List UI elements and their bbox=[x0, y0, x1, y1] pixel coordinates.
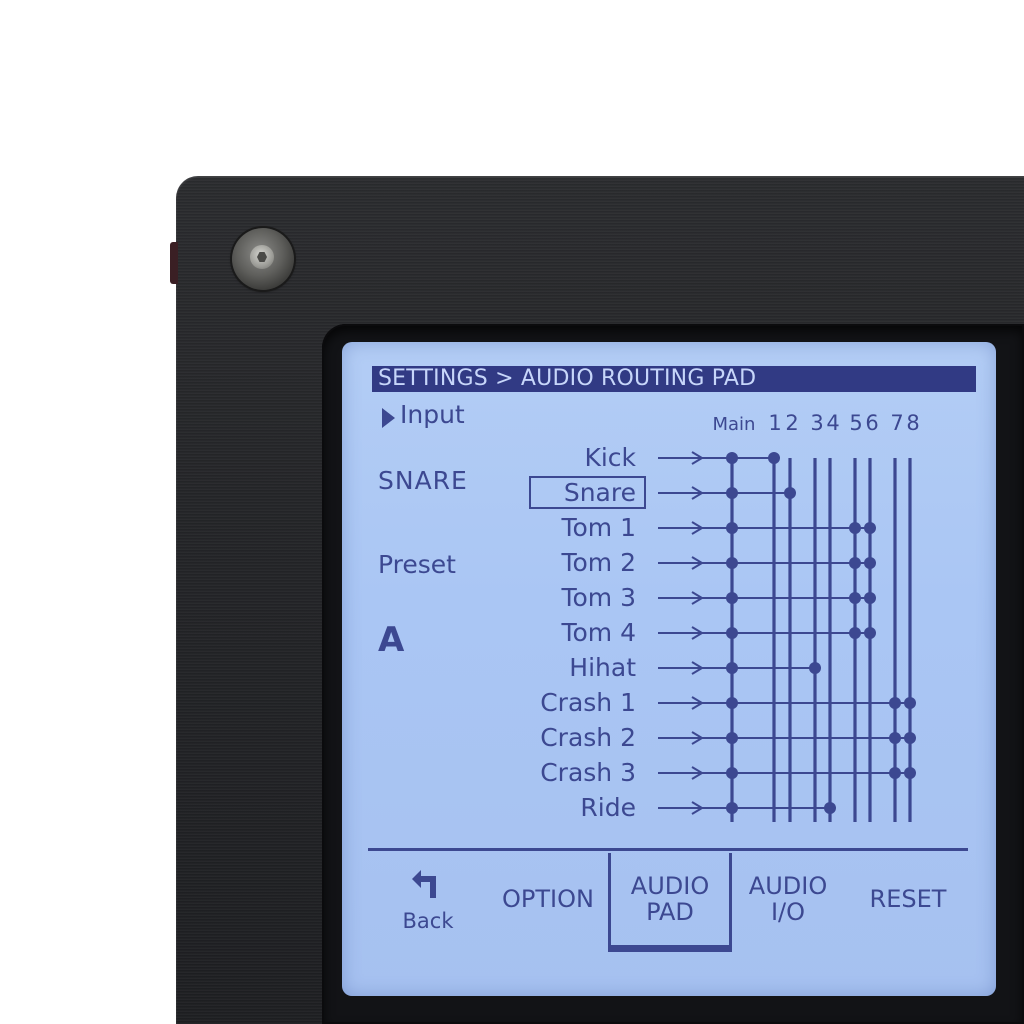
output-header-5: 5 bbox=[849, 411, 862, 435]
pad-label-crash-1[interactable]: Crash 1 bbox=[540, 688, 636, 717]
route-dot-tom-1-5 bbox=[849, 522, 861, 534]
route-dot-crash-2-main bbox=[726, 732, 738, 744]
tab-audio-io[interactable]: AUDIO I/O bbox=[728, 851, 848, 947]
tab-audio-pad-line1: AUDIO bbox=[630, 872, 710, 900]
lcd-screen: SETTINGS > AUDIO ROUTING PAD Input SNARE… bbox=[342, 342, 996, 996]
route-dot-ride-4 bbox=[824, 802, 836, 814]
tab-audio-io-line2: I/O bbox=[770, 898, 806, 926]
pad-label-tom-2[interactable]: Tom 2 bbox=[560, 548, 636, 577]
pad-label-ride[interactable]: Ride bbox=[580, 793, 636, 822]
tab-audio-pad[interactable]: AUDIO PAD bbox=[608, 853, 732, 948]
output-header-2: 2 bbox=[785, 411, 798, 435]
route-dot-crash-3-7 bbox=[889, 767, 901, 779]
route-dot-tom-1-main bbox=[726, 522, 738, 534]
tab-audio-pad-line2: PAD bbox=[646, 898, 694, 926]
route-dot-hihat-main bbox=[726, 662, 738, 674]
output-header-3: 3 bbox=[810, 411, 823, 435]
tab-audio-io-line1: AUDIO bbox=[748, 872, 828, 900]
back-button[interactable]: Back bbox=[368, 851, 488, 947]
route-dot-crash-1-7 bbox=[889, 697, 901, 709]
side-clip bbox=[170, 242, 178, 284]
screw-head bbox=[250, 245, 274, 269]
tab-reset[interactable]: RESET bbox=[848, 851, 968, 947]
route-dot-snare-main bbox=[726, 487, 738, 499]
route-dot-tom-4-6 bbox=[864, 627, 876, 639]
pad-label-tom-4[interactable]: Tom 4 bbox=[560, 618, 636, 647]
tab-option-label: OPTION bbox=[502, 885, 594, 913]
back-arrow-icon bbox=[412, 870, 436, 898]
output-header-8: 8 bbox=[906, 411, 919, 435]
pad-label-snare[interactable]: Snare bbox=[564, 478, 636, 507]
route-dot-kick-1 bbox=[768, 452, 780, 464]
route-dot-tom-1-6 bbox=[864, 522, 876, 534]
output-header-main: Main bbox=[713, 414, 756, 435]
route-dot-ride-main bbox=[726, 802, 738, 814]
tab-reset-label: RESET bbox=[869, 885, 947, 913]
route-dot-tom-3-6 bbox=[864, 592, 876, 604]
route-dot-crash-2-7 bbox=[889, 732, 901, 744]
route-dot-hihat-3 bbox=[809, 662, 821, 674]
screw-hex-socket bbox=[257, 252, 267, 262]
bottom-tab-bar: Back OPTION AUDIO PAD AUDIO I/O RESET bbox=[368, 848, 968, 951]
route-dot-crash-2-8 bbox=[904, 732, 916, 744]
route-dot-tom-4-5 bbox=[849, 627, 861, 639]
route-dot-tom-3-5 bbox=[849, 592, 861, 604]
pad-label-tom-1[interactable]: Tom 1 bbox=[560, 513, 636, 542]
route-dot-kick-main bbox=[726, 452, 738, 464]
output-header-1: 1 bbox=[768, 411, 781, 435]
route-dot-crash-1-main bbox=[726, 697, 738, 709]
route-dot-crash-1-8 bbox=[904, 697, 916, 709]
route-dot-crash-3-main bbox=[726, 767, 738, 779]
output-header-7: 7 bbox=[890, 411, 903, 435]
pad-label-tom-3[interactable]: Tom 3 bbox=[560, 583, 636, 612]
pad-label-hihat[interactable]: Hihat bbox=[569, 653, 636, 682]
pad-label-crash-3[interactable]: Crash 3 bbox=[540, 758, 636, 787]
route-dot-snare-2 bbox=[784, 487, 796, 499]
pad-label-kick[interactable]: Kick bbox=[584, 443, 636, 472]
route-dot-tom-4-main bbox=[726, 627, 738, 639]
back-label: Back bbox=[402, 909, 454, 933]
output-header-6: 6 bbox=[865, 411, 878, 435]
route-dot-tom-2-main bbox=[726, 557, 738, 569]
route-dot-tom-3-main bbox=[726, 592, 738, 604]
pad-label-crash-2[interactable]: Crash 2 bbox=[540, 723, 636, 752]
route-dot-crash-3-8 bbox=[904, 767, 916, 779]
route-dot-tom-2-6 bbox=[864, 557, 876, 569]
route-dot-tom-2-5 bbox=[849, 557, 861, 569]
screw bbox=[232, 228, 294, 290]
output-header-4: 4 bbox=[826, 411, 839, 435]
tab-option[interactable]: OPTION bbox=[488, 851, 608, 947]
